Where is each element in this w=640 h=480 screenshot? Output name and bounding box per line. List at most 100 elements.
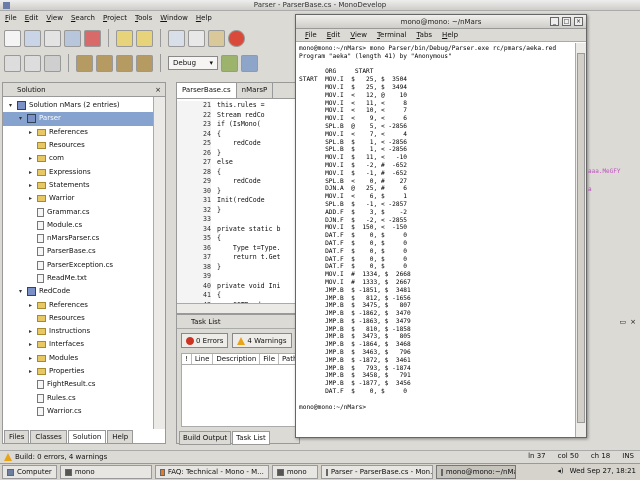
tree-item[interactable]: nMarsParser.cs — [3, 232, 153, 245]
expander-icon[interactable]: ▸ — [27, 299, 34, 312]
taskbar-task-terminal[interactable]: mono@mono:~/nMars — [435, 465, 516, 479]
menu-edit[interactable]: Edit — [22, 12, 42, 24]
tab-classes[interactable]: Classes — [30, 430, 67, 444]
warnings-toggle-button[interactable]: 4 Warnings — [232, 333, 292, 348]
replace-icon[interactable] — [44, 54, 61, 72]
volume-icon[interactable]: ◂) — [557, 465, 563, 477]
save-icon[interactable] — [44, 29, 61, 47]
menu-tools[interactable]: Tools — [132, 12, 155, 24]
find-icon[interactable] — [4, 54, 21, 72]
stop-icon[interactable] — [228, 29, 245, 47]
terminal-menu-help[interactable]: Help — [439, 29, 461, 41]
tree-item[interactable]: ▾ Solution nMars (2 entries) — [3, 99, 153, 112]
column-file[interactable]: File — [260, 354, 279, 364]
terminal-menu-edit[interactable]: Edit — [324, 29, 344, 41]
tab-build-output[interactable]: Build Output — [179, 431, 232, 445]
tree-item[interactable]: ▸ Expressions — [3, 165, 153, 178]
rebuild-icon[interactable] — [96, 54, 113, 72]
tab-help[interactable]: Help — [107, 430, 134, 444]
terminal-menu-tabs[interactable]: Tabs — [414, 29, 436, 41]
tree-item[interactable]: Rules.cs — [3, 392, 153, 405]
expander-icon[interactable]: ▸ — [27, 192, 34, 205]
redo-icon[interactable] — [136, 29, 153, 47]
save-all-icon[interactable] — [64, 29, 81, 47]
expander-icon[interactable]: ▸ — [27, 152, 34, 165]
tree-item[interactable]: ▸ Modules — [3, 352, 153, 365]
menu-window[interactable]: Window — [157, 12, 191, 24]
menu-file[interactable]: File — [2, 12, 20, 24]
tree-item[interactable]: Resources — [3, 312, 153, 325]
new-file-icon[interactable] — [4, 29, 21, 47]
tree-item[interactable]: Resources — [3, 139, 153, 152]
tree-item[interactable]: Warrior.cs — [3, 405, 153, 418]
undo-icon[interactable] — [116, 29, 133, 47]
find-in-files-icon[interactable] — [24, 54, 41, 72]
cut-icon[interactable] — [168, 29, 185, 47]
terminal-title-bar[interactable]: mono@mono: ~/nMars _ □ × — [296, 15, 586, 29]
errors-toggle-button[interactable]: 0 Errors — [181, 333, 229, 348]
tree-item[interactable]: ParserBase.cs — [3, 245, 153, 258]
terminal-scrollbar[interactable] — [575, 43, 586, 437]
tab-files[interactable]: Files — [4, 430, 30, 444]
expander-icon[interactable]: ▾ — [7, 99, 14, 112]
menu-search[interactable]: Search — [68, 12, 98, 24]
terminal-scrollbar-thumb[interactable] — [577, 53, 585, 423]
minimize-icon[interactable]: _ — [550, 17, 559, 26]
tree-item[interactable]: ▾ RedCode — [3, 285, 153, 298]
tab-task-list[interactable]: Task List — [232, 431, 270, 445]
tree-item[interactable]: ▸ Statements — [3, 179, 153, 192]
clean-icon[interactable] — [136, 54, 153, 72]
taskbar-task-browser[interactable]: FAQ: Technical - Mono - M... — [154, 465, 269, 479]
tree-item[interactable]: ▸ Instructions — [3, 325, 153, 338]
expander-icon[interactable]: ▸ — [27, 338, 34, 351]
close-icon[interactable]: × — [574, 17, 583, 26]
terminal-output[interactable]: mono@mono:~/nMars> mono Parser/bin/Debug… — [299, 45, 571, 435]
column-description[interactable]: Description — [213, 354, 261, 364]
build-solution-icon[interactable] — [116, 54, 133, 72]
taskbar-task-monodevelop[interactable]: Parser - ParserBase.cs - Mon... — [320, 465, 433, 479]
expander-icon[interactable]: ▸ — [27, 126, 34, 139]
close-icon[interactable]: × — [155, 83, 161, 97]
minimize-icon[interactable]: ▭ — [620, 318, 627, 326]
menu-project[interactable]: Project — [100, 12, 130, 24]
paste-icon[interactable] — [208, 29, 225, 47]
tab-solution[interactable]: Solution — [67, 430, 107, 444]
tree-item[interactable]: Module.cs — [3, 219, 153, 232]
clock[interactable]: Wed Sep 27, 18:21 — [570, 465, 636, 477]
expander-icon[interactable]: ▸ — [27, 365, 34, 378]
terminal-menu-view[interactable]: View — [347, 29, 370, 41]
tree-item[interactable]: ParserException.cs — [3, 259, 153, 272]
expander-icon[interactable]: ▸ — [27, 325, 34, 338]
tree-item[interactable]: Grammar.cs — [3, 205, 153, 218]
terminal-menu-terminal[interactable]: Terminal — [374, 29, 410, 41]
tree-item[interactable]: ▸ com — [3, 152, 153, 165]
tree-item[interactable]: ▸ Warrior — [3, 192, 153, 205]
taskbar-computer-menu[interactable]: Computer — [2, 465, 57, 479]
print-icon[interactable] — [84, 29, 101, 47]
menu-help[interactable]: Help — [193, 12, 215, 24]
solution-scrollbar[interactable] — [153, 97, 165, 429]
run-icon[interactable] — [221, 54, 238, 72]
column-priority[interactable]: ! — [182, 354, 192, 364]
taskbar-task-mono-2[interactable]: mono — [271, 465, 318, 479]
tree-item[interactable]: ▸ Properties — [3, 365, 153, 378]
taskbar-task-mono[interactable]: mono — [59, 465, 152, 479]
editor-horizontal-scrollbar[interactable] — [177, 303, 299, 313]
debug-icon[interactable] — [241, 54, 258, 72]
close-icon[interactable]: × — [630, 318, 636, 326]
tree-item[interactable]: ReadMe.txt — [3, 272, 153, 285]
tree-item[interactable]: ▸ References — [3, 126, 153, 139]
expander-icon[interactable]: ▸ — [27, 179, 34, 192]
code-text-area[interactable]: this.rules = Stream redCo if (IsMono({ red… — [217, 101, 281, 313]
expander-icon[interactable]: ▾ — [17, 112, 24, 125]
build-icon[interactable] — [76, 54, 93, 72]
expander-icon[interactable]: ▾ — [17, 285, 24, 298]
maximize-icon[interactable]: □ — [562, 17, 571, 26]
tree-item[interactable]: ▸ Interfaces — [3, 338, 153, 351]
terminal-menu-file[interactable]: File — [302, 29, 320, 41]
menu-view[interactable]: View — [43, 12, 66, 24]
tab-nmarsparser[interactable]: nMarsP — [237, 83, 274, 98]
tree-item[interactable]: FightResult.cs — [3, 378, 153, 391]
column-line[interactable]: Line — [192, 354, 214, 364]
expander-icon[interactable]: ▸ — [27, 166, 34, 179]
